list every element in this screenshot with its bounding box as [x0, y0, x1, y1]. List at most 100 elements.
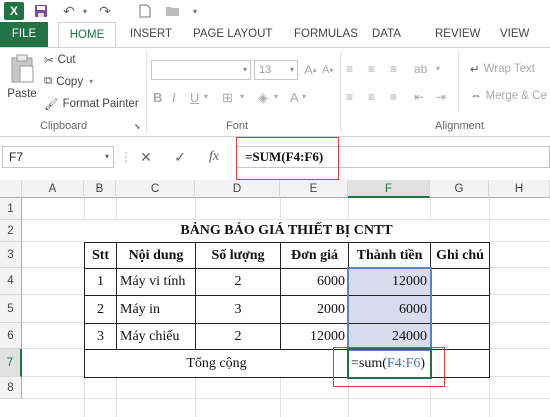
insert-function-icon[interactable]: fx [202, 146, 226, 168]
new-file-icon[interactable] [136, 2, 154, 20]
cell-item[interactable]: Máy vi tính [116, 268, 196, 296]
cell-stt[interactable]: 3 [84, 323, 117, 350]
tab-insert[interactable]: INSERT [130, 22, 172, 47]
merge-center-button[interactable]: ⇔ Merge & Ce [470, 90, 547, 102]
header-don-gia[interactable]: Đơn giá [280, 242, 349, 269]
font-size-box[interactable]: 13 ▾ [254, 60, 298, 80]
cell-price[interactable]: 6000 [280, 268, 349, 296]
column-header-g[interactable]: G [430, 180, 489, 198]
column-header-d[interactable]: D [195, 180, 280, 198]
cell-qty[interactable]: 3 [195, 295, 281, 324]
italic-button[interactable]: I [172, 90, 176, 105]
row-header-4[interactable]: 4 [0, 268, 22, 295]
total-label-cell[interactable]: Tổng cộng [84, 349, 349, 378]
align-top-icon[interactable]: ≡ [346, 62, 353, 76]
cell-note[interactable] [430, 268, 490, 296]
cancel-icon[interactable]: ✕ [134, 146, 158, 168]
grow-font-button[interactable]: A ▴ [304, 62, 317, 77]
decrease-indent-icon[interactable]: ⇤ [414, 90, 424, 104]
copy-dropdown-icon[interactable]: ▾ [89, 77, 93, 86]
scissors-icon: ✂ [44, 55, 54, 67]
bold-button[interactable]: B [153, 90, 162, 105]
select-all-corner[interactable] [0, 180, 22, 198]
orientation-dropdown-icon[interactable]: ▾ [436, 64, 440, 73]
borders-icon[interactable]: ⊞ [222, 90, 233, 106]
tab-review[interactable]: REVIEW [435, 22, 480, 47]
fill-color-dropdown-icon[interactable]: ▾ [274, 92, 278, 101]
cell-item[interactable]: Máy in [116, 295, 196, 324]
align-right-icon[interactable]: ≡ [390, 90, 397, 104]
column-header-f[interactable]: F [348, 180, 430, 198]
worksheet-grid[interactable]: A B C D E F G H 1 2 3 4 5 6 7 8 BẢNG BÁO… [0, 180, 550, 417]
borders-dropdown-icon[interactable]: ▾ [240, 92, 244, 101]
row-header-2[interactable]: 2 [0, 220, 22, 242]
quick-access-toolbar: X ↶ ▾ ↷ ▾ [0, 0, 550, 22]
column-header-e[interactable]: E [280, 180, 348, 198]
cell-item[interactable]: Máy chiếu [116, 323, 196, 350]
undo-icon[interactable]: ↶ [60, 2, 78, 20]
cell-note[interactable] [430, 323, 490, 350]
tab-page-layout[interactable]: PAGE LAYOUT [193, 22, 272, 47]
column-header-a[interactable]: A [22, 180, 84, 198]
clipboard-launcher-icon[interactable]: ⬊ [134, 122, 141, 131]
row-header-1[interactable]: 1 [0, 198, 22, 220]
cell-qty[interactable]: 2 [195, 268, 281, 296]
copy-button[interactable]: ⧉ Copy ▾ [44, 75, 93, 88]
wrap-text-button[interactable]: ↵ Wrap Text [470, 62, 535, 76]
tab-data[interactable]: DATA [372, 22, 401, 47]
name-box-dropdown-icon[interactable]: ▾ [105, 147, 109, 167]
font-name-dropdown-icon[interactable]: ▾ [243, 61, 247, 79]
format-painter-button[interactable]: 🖌 Format Painter [44, 97, 139, 111]
column-header-h[interactable]: H [489, 180, 550, 198]
font-color-button[interactable]: A [290, 90, 299, 105]
enter-icon[interactable]: ✓ [168, 146, 192, 168]
align-middle-icon[interactable]: ≡ [368, 62, 375, 76]
underline-button[interactable]: U [190, 90, 199, 105]
header-so-luong[interactable]: Số lượng [195, 242, 281, 269]
align-center-icon[interactable]: ≡ [368, 90, 375, 104]
row-header-6[interactable]: 6 [0, 323, 22, 349]
sheet-title[interactable]: BẢNG BÁO GIÁ THIẾT BỊ CNTT [84, 220, 489, 242]
cell-qty[interactable]: 2 [195, 323, 281, 350]
header-ghi-chu[interactable]: Ghi chú [430, 242, 490, 269]
increase-indent-icon[interactable]: ⇥ [436, 90, 446, 104]
gridline [22, 398, 550, 399]
customize-icon[interactable]: ▾ [190, 2, 200, 20]
fill-color-icon[interactable]: ◈ [258, 90, 268, 106]
cell-stt[interactable]: 1 [84, 268, 117, 296]
underline-dropdown-icon[interactable]: ▾ [204, 92, 208, 101]
header-noi-dung[interactable]: Nội dung [116, 242, 196, 269]
open-folder-icon[interactable] [164, 2, 182, 20]
save-icon[interactable] [32, 2, 50, 20]
tab-view[interactable]: VIEW [500, 22, 529, 47]
cell-note[interactable] [430, 295, 490, 324]
orientation-icon[interactable]: ab [414, 62, 427, 76]
font-name-box[interactable]: ▾ [151, 60, 251, 80]
tab-home[interactable]: HOME [58, 22, 116, 48]
cut-button[interactable]: ✂ Cut [44, 53, 76, 67]
header-thanh-tien[interactable]: Thành tiền [348, 242, 431, 269]
row-header-5[interactable]: 5 [0, 295, 22, 323]
font-size-dropdown-icon[interactable]: ▾ [290, 61, 294, 79]
cut-label: Cut [57, 54, 76, 66]
row-header-8[interactable]: 8 [0, 377, 22, 399]
cell-stt[interactable]: 2 [84, 295, 117, 324]
name-box[interactable]: F7 ▾ [2, 146, 114, 168]
tab-file[interactable]: FILE [0, 22, 48, 47]
shrink-font-button[interactable]: A ▾ [322, 64, 333, 76]
row-header-3[interactable]: 3 [0, 242, 22, 268]
redo-icon[interactable]: ↷ [96, 2, 114, 20]
ribbon-tabs: FILE HOME INSERT PAGE LAYOUT FORMULAS DA… [0, 22, 550, 48]
cell-price[interactable]: 2000 [280, 295, 349, 324]
paste-button[interactable]: Paste [6, 54, 38, 114]
align-left-icon[interactable]: ≡ [346, 90, 353, 104]
font-color-dropdown-icon[interactable]: ▾ [302, 92, 306, 101]
align-bottom-icon[interactable]: ≡ [390, 62, 397, 76]
column-header-c[interactable]: C [116, 180, 195, 198]
cell-price[interactable]: 12000 [280, 323, 349, 350]
column-header-b[interactable]: B [84, 180, 116, 198]
header-stt[interactable]: Stt [84, 242, 117, 269]
row-header-7[interactable]: 7 [0, 349, 22, 377]
undo-dropdown-icon[interactable]: ▾ [80, 2, 90, 20]
tab-formulas[interactable]: FORMULAS [294, 22, 358, 47]
